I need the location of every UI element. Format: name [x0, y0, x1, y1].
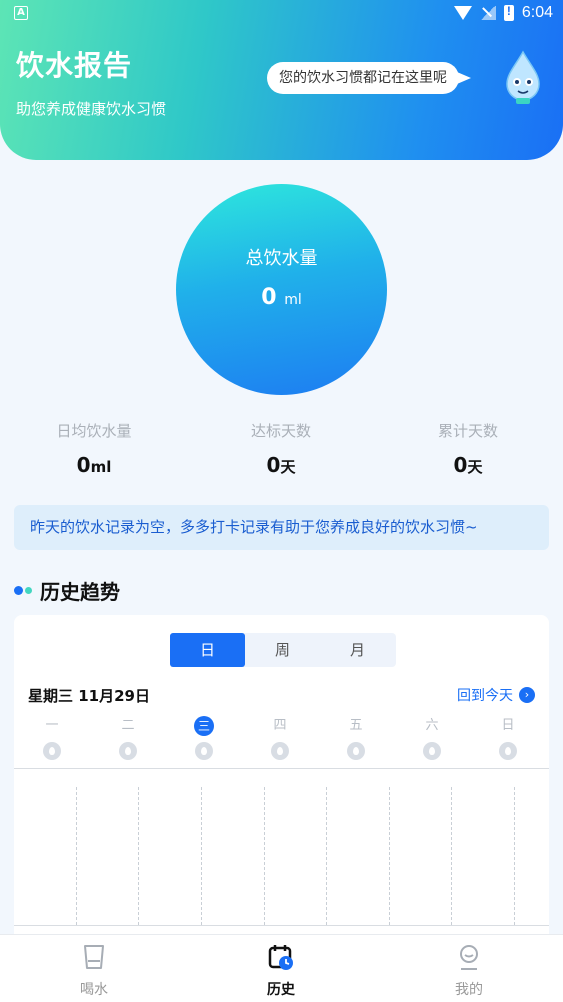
- drop-icon: [271, 742, 289, 760]
- week-selector: 一 二 三 四 五 六 日: [14, 716, 549, 762]
- total-intake-label: 总饮水量: [245, 248, 318, 269]
- chart-gridline: [389, 787, 390, 925]
- nav-drink[interactable]: 喝水: [54, 943, 134, 999]
- nav-profile[interactable]: 我的: [429, 943, 509, 999]
- drop-icon: [423, 742, 441, 760]
- total-intake-circle: 总饮水量 0 ml: [176, 184, 387, 395]
- section-dot-icon: [14, 586, 23, 595]
- cup-icon: [84, 945, 104, 969]
- mascot-speech-bubble: 您的饮水习惯都记在这里呢: [267, 62, 471, 94]
- tab-month[interactable]: 月: [320, 633, 395, 667]
- stat-daily-average: 日均饮水量 0ml: [56, 422, 132, 477]
- water-drop-mascot-icon: [506, 50, 540, 104]
- total-intake-value: 0 ml: [261, 285, 302, 310]
- chart-gridline: [264, 787, 265, 925]
- chart-top-axis: [14, 768, 549, 769]
- chart-gridline: [138, 787, 139, 925]
- chart-gridline: [451, 787, 452, 925]
- bottom-nav: 喝水 历史 我的: [0, 934, 563, 1002]
- chevron-right-icon: ›: [519, 687, 535, 703]
- section-title: 历史趋势: [14, 576, 120, 605]
- tab-week[interactable]: 周: [245, 633, 320, 667]
- nav-history[interactable]: 历史: [241, 943, 321, 999]
- drop-icon: [43, 742, 61, 760]
- stat-goal-days: 达标天数 0天: [250, 422, 311, 477]
- weekday-tue[interactable]: 二: [108, 716, 148, 760]
- period-tabs: 日 周 月: [170, 633, 396, 667]
- battery-icon: [503, 4, 514, 21]
- user-icon: [460, 945, 478, 970]
- selected-date: 星期三 11月29日: [28, 687, 150, 705]
- stats-row: 日均饮水量 0ml 达标天数 0天 累计天数 0天: [0, 420, 563, 480]
- weekday-wed[interactable]: 三: [184, 716, 224, 760]
- chart-gridline: [514, 787, 515, 925]
- weekday-mon[interactable]: 一: [32, 716, 72, 760]
- wifi-icon: [453, 6, 472, 20]
- empty-record-notice: 昨天的饮水记录为空，多多打卡记录有助于您养成良好的饮水习惯~: [14, 505, 549, 550]
- weekday-fri[interactable]: 五: [336, 716, 376, 760]
- drop-icon: [119, 742, 137, 760]
- chart-gridline: [201, 787, 202, 925]
- chart-gridline: [76, 787, 77, 925]
- drop-icon: [499, 742, 517, 760]
- calendar-clock-icon: [268, 945, 293, 970]
- history-chart-card: 日 周 月 星期三 11月29日 回到今天 › 一 二 三 四 五 六 日: [14, 615, 549, 945]
- page-title: 饮水报告: [16, 49, 133, 82]
- signal-icon: [479, 6, 496, 20]
- weekday-thu[interactable]: 四: [260, 716, 300, 760]
- back-to-today-button[interactable]: 回到今天 ›: [457, 685, 535, 705]
- drop-icon: [195, 742, 213, 760]
- chart-x-axis: [14, 925, 549, 926]
- weekday-sun[interactable]: 日: [488, 716, 528, 760]
- notification-icon: A: [14, 6, 28, 20]
- tab-day[interactable]: 日: [170, 633, 245, 667]
- header: A 6:04 饮水报告 助您养成健康饮水习惯 您的饮水习惯都记在这里呢: [0, 0, 563, 160]
- status-time: 6:04: [521, 4, 553, 21]
- chart-gridline: [326, 787, 327, 925]
- status-bar: A 6:04: [0, 0, 563, 30]
- stat-total-days: 累计天数 0天: [437, 422, 498, 477]
- drop-icon: [347, 742, 365, 760]
- weekday-sat[interactable]: 六: [412, 716, 452, 760]
- page-subtitle: 助您养成健康饮水习惯: [16, 100, 167, 118]
